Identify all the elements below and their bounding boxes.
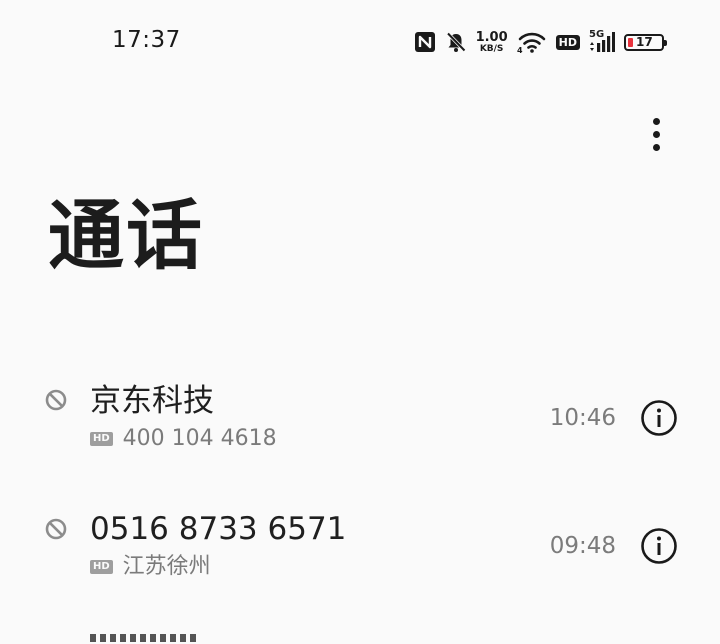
menu-dot: [652, 130, 660, 138]
nfc-icon: [414, 31, 436, 53]
hd-badge: HD: [90, 560, 113, 574]
call-log-item-partial[interactable]: [90, 632, 210, 644]
call-log-item[interactable]: 京东科技 HD 400 104 4618 10:46: [0, 372, 720, 482]
net-speed-unit: KB/S: [479, 43, 504, 54]
more-vert-icon[interactable]: [636, 112, 676, 156]
menu-dot: [652, 143, 660, 151]
call-log-item[interactable]: 0516 8733 6571 HD 江苏徐州 09:48: [0, 500, 720, 610]
call-detail: HD 江苏徐州: [90, 556, 211, 578]
mute-bell-icon: [445, 31, 467, 53]
signal-label: 5G: [589, 29, 605, 40]
call-detail: HD 400 104 4618: [90, 428, 277, 450]
status-bar: 17:37 1.00 KB/S 4 HD 5G 17: [0, 0, 720, 84]
partial-text: [90, 634, 200, 642]
hd-voice-indicator: HD: [555, 34, 580, 50]
wifi-icon: 4: [517, 30, 547, 54]
caller-location: 江苏徐州: [122, 554, 211, 579]
battery-icon: 17: [624, 33, 667, 51]
blocked-icon: [45, 389, 67, 411]
net-speed-value: 1.00: [475, 29, 508, 45]
page-title: 通话: [48, 191, 204, 280]
blocked-icon: [45, 518, 67, 540]
svg-text:4: 4: [517, 46, 523, 54]
call-time: 09:48: [549, 533, 616, 559]
hd-badge: HD: [90, 432, 113, 446]
net-speed: 1.00 KB/S: [476, 31, 508, 54]
info-icon[interactable]: [640, 527, 678, 565]
status-icons: 1.00 KB/S 4 HD 5G 17: [414, 27, 667, 57]
caller-name: 京东科技: [90, 383, 214, 419]
battery-level: 17: [636, 34, 653, 49]
caller-number: 400 104 4618: [122, 426, 277, 451]
battery-fill: [628, 37, 633, 47]
status-time: 17:37: [112, 27, 181, 53]
menu-dot: [652, 117, 660, 125]
signal-5g-icon: 5G: [589, 30, 615, 54]
call-time: 10:46: [549, 405, 616, 431]
info-icon[interactable]: [640, 399, 678, 437]
caller-name: 0516 8733 6571: [90, 511, 347, 547]
